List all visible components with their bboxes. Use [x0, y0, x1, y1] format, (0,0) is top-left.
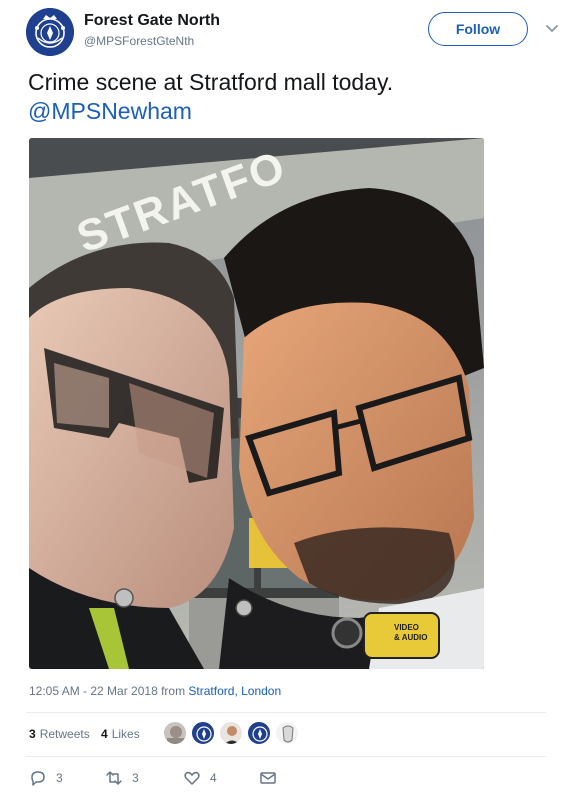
police-crest-icon: [26, 8, 74, 56]
direct-message-button[interactable]: [259, 766, 277, 790]
tweet-actions: 3 3 4: [29, 766, 549, 790]
likes-count: 4: [101, 727, 108, 741]
chevron-down-icon[interactable]: [542, 18, 562, 38]
divider: [26, 712, 546, 713]
camera-label-audio: & AUDIO: [394, 633, 427, 642]
engagement-stats: 3 Retweets 4 Likes: [29, 719, 549, 751]
liker-avatar[interactable]: [191, 721, 215, 745]
divider: [26, 756, 546, 757]
like-count: 4: [210, 771, 217, 785]
like-button[interactable]: 4: [183, 766, 217, 790]
retweets-label: Retweets: [39, 727, 90, 741]
reply-button[interactable]: 3: [29, 766, 63, 790]
likes-label: Likes: [111, 727, 140, 741]
account-handle[interactable]: @MPSForestGteNth: [84, 34, 194, 48]
liker-avatar[interactable]: [247, 721, 271, 745]
retweets-count: 3: [29, 727, 36, 741]
account-name[interactable]: Forest Gate North: [84, 12, 220, 30]
tweet-text: Crime scene at Stratford mall today. @MP…: [28, 68, 548, 126]
likes-stat[interactable]: 4 Likes: [101, 727, 140, 741]
heart-icon: [184, 771, 200, 785]
tweet-time[interactable]: 12:05 AM - 22 Mar 2018 from: [29, 684, 188, 698]
liker-avatar[interactable]: [275, 721, 299, 745]
mention-link[interactable]: @MPSNewham: [28, 97, 548, 126]
camera-label-video: VIDEO: [394, 623, 419, 632]
tweet-photo[interactable]: STRATFO VIDEO & AUDIO: [29, 138, 484, 669]
tweet-body: Crime scene at Stratford mall today.: [28, 69, 394, 95]
retweet-count: 3: [132, 771, 139, 785]
reply-icon: [31, 771, 45, 786]
account-avatar[interactable]: [26, 8, 74, 56]
selfie-photo: STRATFO VIDEO & AUDIO: [29, 138, 484, 669]
follow-button[interactable]: Follow: [428, 12, 528, 46]
tweet-timestamp: 12:05 AM - 22 Mar 2018 from Stratford, L…: [29, 684, 281, 698]
tweet-header: Forest Gate North @MPSForestGteNth Follo…: [26, 8, 566, 58]
retweets-stat[interactable]: 3 Retweets: [29, 727, 90, 741]
mail-icon: [260, 772, 276, 784]
liker-avatar[interactable]: [219, 721, 243, 745]
reply-count: 3: [56, 771, 63, 785]
liker-avatar[interactable]: [163, 721, 187, 745]
tweet-location-link[interactable]: Stratford, London: [188, 684, 281, 698]
retweet-icon: [106, 771, 122, 785]
retweet-button[interactable]: 3: [105, 766, 139, 790]
